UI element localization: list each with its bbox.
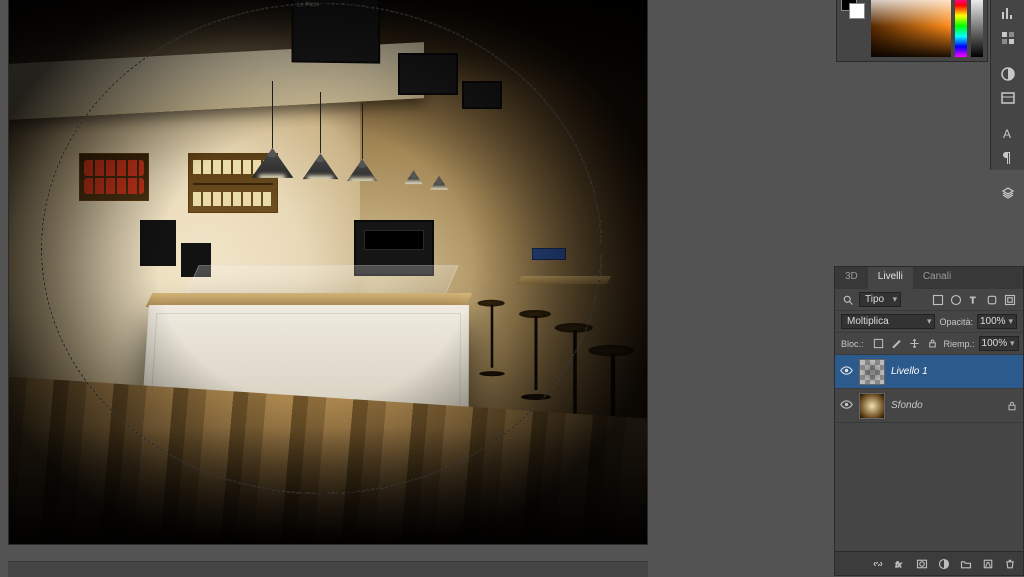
menu-board-small bbox=[462, 81, 502, 109]
filter-pixel-icon[interactable] bbox=[931, 293, 945, 307]
tab-channels[interactable]: Canali bbox=[913, 267, 961, 289]
layer-thumbnail[interactable] bbox=[859, 393, 885, 419]
layer-name[interactable]: Sfondo bbox=[891, 400, 923, 411]
filter-type-select[interactable]: Tipo bbox=[859, 292, 901, 307]
menu-board-title: Le Pizze bbox=[297, 2, 374, 11]
menu-board-mid bbox=[398, 53, 458, 95]
opacity-label: Opacità: bbox=[939, 317, 973, 327]
search-icon[interactable] bbox=[841, 293, 855, 307]
bar-ledge bbox=[517, 276, 612, 284]
fill-label: Riemp.: bbox=[944, 339, 975, 349]
fg-bg-swatches[interactable] bbox=[837, 0, 867, 61]
rendered-image: Le Pizze bbox=[9, 0, 647, 544]
blend-opacity-row[interactable]: Moltiplica Opacità: 100% bbox=[835, 311, 1023, 333]
new-layer-icon[interactable] bbox=[981, 557, 995, 571]
svg-text:A: A bbox=[1003, 127, 1011, 141]
lock-all-icon[interactable] bbox=[926, 337, 940, 351]
adjustments-icon[interactable] bbox=[997, 66, 1019, 82]
background-color-swatch[interactable] bbox=[849, 3, 865, 19]
properties-icon[interactable] bbox=[997, 186, 1019, 202]
layer-row[interactable]: Livello 1 bbox=[835, 355, 1023, 389]
adjustment-layer-icon[interactable] bbox=[937, 557, 951, 571]
visibility-eye-icon[interactable] bbox=[839, 398, 853, 414]
layers-panel[interactable]: 3D Livelli Canali Tipo T Moltiplica Opac… bbox=[834, 266, 1024, 576]
filter-smart-icon[interactable] bbox=[1003, 293, 1017, 307]
color-field-picker[interactable] bbox=[871, 0, 951, 57]
filter-type-icon[interactable]: T bbox=[967, 293, 981, 307]
shelf-tomato-jars bbox=[79, 153, 149, 201]
visibility-eye-icon[interactable] bbox=[839, 364, 853, 380]
layer-mask-icon[interactable] bbox=[915, 557, 929, 571]
trash-icon[interactable] bbox=[1003, 557, 1017, 571]
chalkboard-left bbox=[140, 220, 176, 266]
paragraph-icon[interactable] bbox=[997, 150, 1019, 166]
lock-label: Bloc.: bbox=[841, 339, 864, 349]
layer-row[interactable]: Sfondo bbox=[835, 389, 1023, 423]
bar-stool bbox=[477, 300, 506, 377]
swatches-icon[interactable] bbox=[997, 30, 1019, 46]
document-horizontal-scrollbar[interactable] bbox=[8, 561, 648, 577]
canvas-workspace[interactable]: Le Pizze bbox=[0, 0, 834, 576]
tab-3d[interactable]: 3D bbox=[835, 267, 868, 289]
collapsed-panel-dock[interactable]: A bbox=[990, 0, 1024, 170]
filter-adjust-icon[interactable] bbox=[949, 293, 963, 307]
lock-fill-row[interactable]: Bloc.: Riemp.: 100% bbox=[835, 333, 1023, 355]
layer-name[interactable]: Livello 1 bbox=[891, 366, 928, 377]
tab-layers[interactable]: Livelli bbox=[868, 267, 913, 289]
filter-shape-icon[interactable] bbox=[985, 293, 999, 307]
bar-stool bbox=[519, 310, 553, 400]
lock-pixels-icon[interactable] bbox=[890, 337, 904, 351]
document-window[interactable]: Le Pizze bbox=[8, 0, 648, 545]
layer-style-icon[interactable]: fx bbox=[893, 557, 907, 571]
menu-board-large: Le Pizze bbox=[291, 0, 380, 64]
svg-text:fx: fx bbox=[896, 560, 902, 569]
panel-tabs[interactable]: 3D Livelli Canali bbox=[835, 267, 1023, 289]
lock-position-icon[interactable] bbox=[908, 337, 922, 351]
layers-panel-footer[interactable]: fx bbox=[835, 551, 1023, 575]
hue-slider[interactable] bbox=[955, 0, 967, 57]
lock-icon bbox=[1005, 399, 1019, 413]
svg-text:T: T bbox=[970, 296, 975, 305]
wall-plate-sign bbox=[532, 248, 566, 260]
color-panel[interactable] bbox=[836, 0, 988, 62]
link-layers-icon[interactable] bbox=[871, 557, 885, 571]
fill-value[interactable]: 100% bbox=[979, 336, 1019, 351]
layer-filter-row[interactable]: Tipo T bbox=[835, 289, 1023, 311]
layer-thumbnail[interactable] bbox=[859, 359, 885, 385]
layer-list[interactable]: Livello 1 Sfondo bbox=[835, 355, 1023, 551]
histogram-icon[interactable] bbox=[997, 6, 1019, 22]
group-icon[interactable] bbox=[959, 557, 973, 571]
opacity-value[interactable]: 100% bbox=[977, 314, 1017, 329]
blend-mode-select[interactable]: Moltiplica bbox=[841, 314, 935, 329]
character-icon[interactable]: A bbox=[997, 126, 1019, 142]
styles-icon[interactable] bbox=[997, 90, 1019, 106]
lock-transparency-icon[interactable] bbox=[872, 337, 886, 351]
brightness-slider[interactable] bbox=[971, 0, 983, 57]
